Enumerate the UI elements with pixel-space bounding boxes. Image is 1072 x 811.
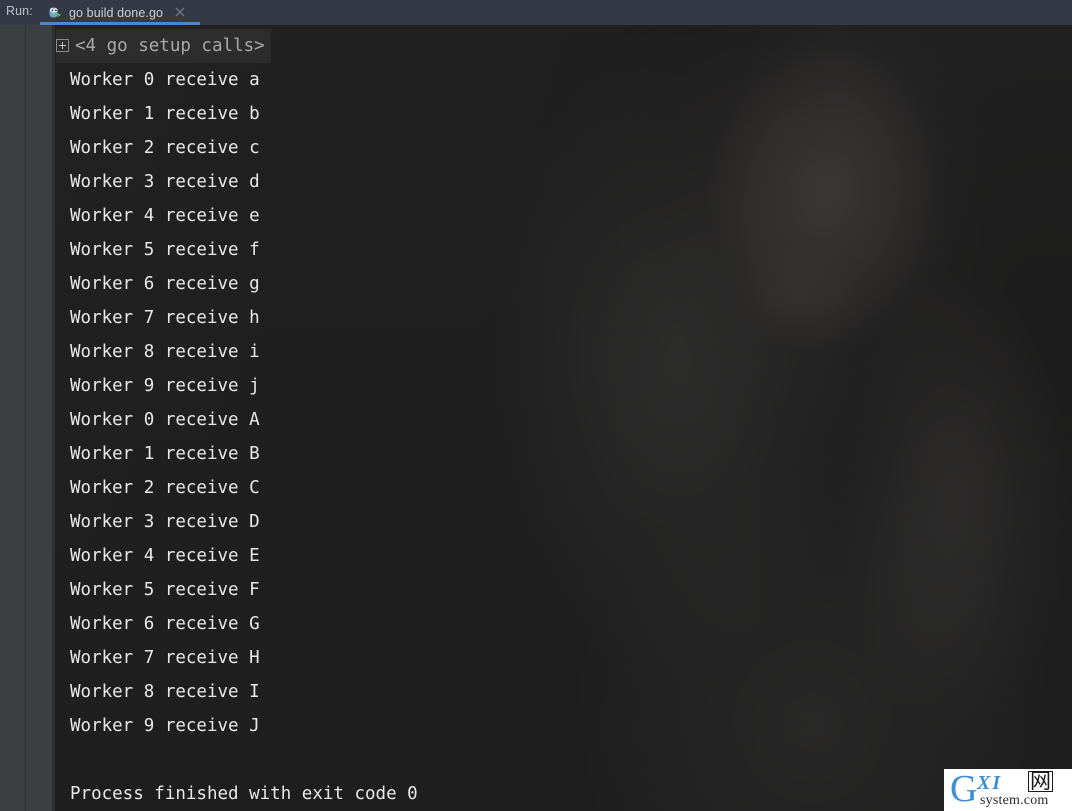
console-line: Worker 7 receive h (70, 308, 260, 328)
console-line: Worker 4 receive E (70, 546, 260, 566)
watermark-letter-g: G (950, 769, 978, 810)
console-line: Worker 5 receive f (70, 240, 260, 260)
console-line: Worker 0 receive a (70, 70, 260, 90)
watermark-domain: system.com (980, 793, 1049, 808)
run-actions-toolbar (0, 25, 25, 811)
expand-fold-button[interactable] (56, 39, 69, 52)
console-text: <4 go setup calls> Worker 0 receive a Work… (53, 25, 1072, 811)
console-line: Worker 3 receive d (70, 172, 260, 192)
console-line: Worker 9 receive J (70, 716, 260, 736)
console-line: Worker 8 receive i (70, 342, 260, 362)
console-line: Worker 4 receive e (70, 206, 260, 226)
active-tab-indicator (40, 22, 200, 25)
console-line: Worker 9 receive j (70, 376, 260, 396)
console-line: Worker 2 receive C (70, 478, 260, 498)
console-line: Worker 6 receive g (70, 274, 260, 294)
console-line: Worker 7 receive H (70, 648, 260, 668)
console-line: Worker 3 receive D (70, 512, 260, 532)
console-actions-toolbar (25, 25, 53, 811)
console-line: Worker 2 receive c (70, 138, 260, 158)
tab-label: go build done.go (69, 5, 164, 20)
watermark-cjk-glyph: 网 (1028, 769, 1053, 793)
console-line: Worker 1 receive B (70, 444, 260, 464)
run-window-header: Run: go build done.go (0, 0, 1072, 25)
console-line: Worker 5 receive F (70, 580, 260, 600)
toolbar-edge (52, 25, 53, 811)
console-line: Worker 1 receive b (70, 104, 260, 124)
watermark-letters-xi: XI (977, 772, 1003, 794)
console-line: Worker 6 receive G (70, 614, 260, 634)
watermark: G XI 网 system.com (944, 769, 1072, 811)
run-tool-window: <4 go setup calls> Worker 0 receive a Work… (0, 0, 1072, 811)
go-gopher-icon (48, 5, 62, 20)
console-line: Worker 0 receive A (70, 410, 260, 430)
close-icon[interactable] (173, 5, 187, 19)
console-folded-header[interactable]: <4 go setup calls> (56, 29, 271, 63)
console-line: Worker 8 receive I (70, 682, 260, 702)
tool-window-label: Run: (6, 4, 33, 18)
toolbar-divider (25, 25, 26, 811)
console-output-panel[interactable]: <4 go setup calls> Worker 0 receive a Work… (53, 25, 1072, 811)
console-line: Process finished with exit code 0 (70, 784, 418, 804)
